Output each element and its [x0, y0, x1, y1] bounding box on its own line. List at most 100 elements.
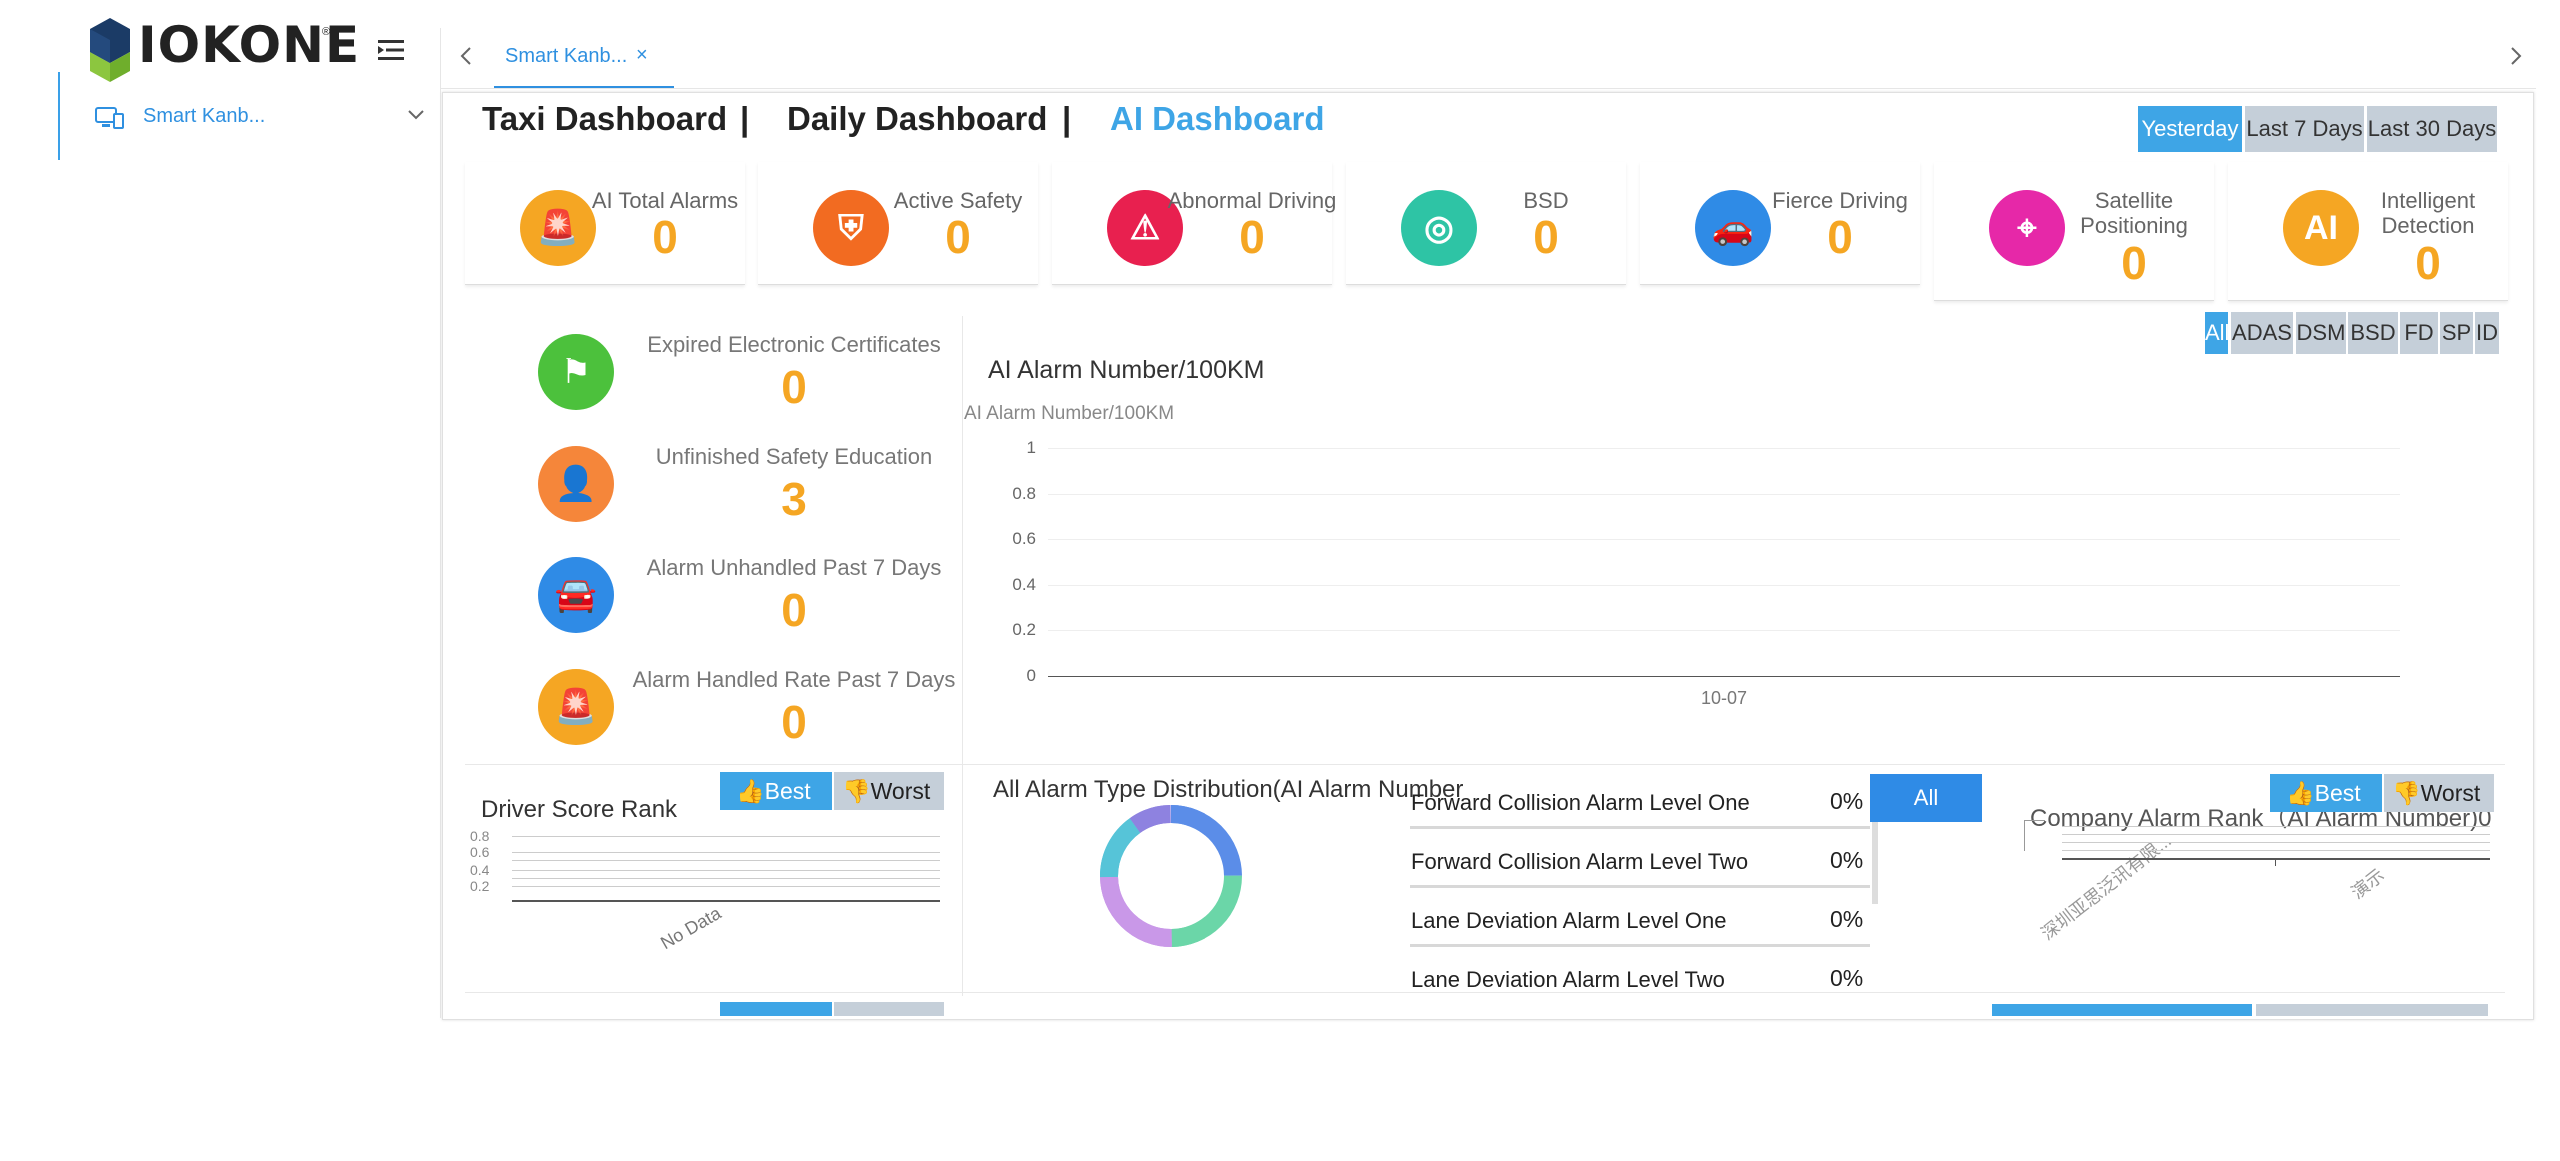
- driver-gridline: [512, 878, 940, 879]
- car-icon: 🚘: [554, 576, 598, 614]
- alarm-light-icon: 🚨: [554, 688, 598, 726]
- sidebar-divider: [440, 28, 441, 1018]
- stat-card-value: 0: [1239, 211, 1265, 263]
- alarm-type-value: 0%: [1830, 788, 1864, 814]
- filter-adas-button[interactable]: ADAS: [2231, 312, 2293, 354]
- driver-gridline: [512, 886, 940, 887]
- dashboard-icon: [95, 107, 124, 129]
- chart-y-tick-label: 1: [1026, 438, 1036, 457]
- next-section-bar: [1992, 1004, 2252, 1016]
- next-section-bar: [2256, 1004, 2488, 1016]
- driver-gridline: [512, 860, 940, 861]
- alarm-type-value: 0%: [1830, 847, 1864, 873]
- thumbs-up-icon: 👍: [2286, 780, 2315, 806]
- next-section-best-button[interactable]: [720, 1002, 832, 1016]
- driver-rank-worst-button[interactable]: 👎Worst: [834, 772, 944, 810]
- close-icon[interactable]: ×: [636, 44, 648, 67]
- chevron-left-icon[interactable]: [460, 46, 472, 66]
- section-divider: [465, 992, 2505, 993]
- left-stat-value: 0: [781, 361, 807, 413]
- range-last-7-days-button[interactable]: Last 7 Days: [2245, 106, 2364, 152]
- chart-gridline: [1048, 539, 2400, 541]
- chart-data-point: [1722, 674, 1726, 678]
- company-axis-tick: [2275, 858, 2276, 866]
- chart-gridline: [1048, 493, 2400, 495]
- filter-fd-button[interactable]: FD: [2400, 312, 2438, 354]
- company-gridline: [2062, 850, 2490, 851]
- stat-card-title: Intelligent Detection: [2380, 188, 2476, 238]
- driver-y-tick-label: 0.4: [470, 862, 490, 878]
- left-stat-title: Alarm Handled Rate Past 7 Days: [632, 667, 956, 692]
- chevron-down-icon[interactable]: [408, 110, 424, 120]
- section-divider: [962, 316, 963, 996]
- stat-card-title: Satellite Positioning: [2080, 188, 2188, 238]
- stat-card-value: 0: [2121, 237, 2147, 289]
- chart-gridline: [1048, 630, 2400, 632]
- left-stat-title: Alarm Unhandled Past 7 Days: [646, 555, 942, 580]
- flag-icon: ⚑: [560, 353, 592, 391]
- driver-rank-title: Driver Score Rank: [481, 796, 678, 823]
- stat-card-value: 0: [1533, 211, 1559, 263]
- chart-x-tick-label: 10-07: [1700, 688, 1748, 708]
- stat-card-value: 0: [652, 211, 678, 263]
- left-stat-value: 0: [781, 696, 807, 748]
- range-last-30-days-button[interactable]: Last 30 Days: [2367, 106, 2497, 152]
- company-rank-worst-button[interactable]: 👎Worst: [2384, 774, 2494, 812]
- company-rank-best-button[interactable]: 👍Best: [2270, 774, 2382, 812]
- left-stat-value: 3: [781, 473, 807, 525]
- filter-dsm-button[interactable]: DSM: [2296, 312, 2346, 354]
- filter-sp-button[interactable]: SP: [2440, 312, 2473, 354]
- stat-card-value: 0: [1827, 211, 1853, 263]
- alarm-type-label: Lane Deviation Alarm Level One: [1411, 908, 1727, 933]
- alarm-type-value: 0%: [1830, 965, 1864, 990]
- driver-gridline: [512, 852, 940, 853]
- chevron-right-icon[interactable]: [2510, 46, 2522, 66]
- tab-label[interactable]: Smart Kanb...: [505, 45, 627, 68]
- filter-id-button[interactable]: ID: [2475, 312, 2499, 354]
- stat-card-value: 0: [945, 211, 971, 263]
- alarm-type-divider: [1410, 826, 1870, 829]
- alarm-type-label: Lane Deviation Alarm Level Two: [1411, 967, 1725, 990]
- driver-gridline: [512, 836, 940, 837]
- sidebar-item-label: Smart Kanb...: [143, 105, 266, 127]
- nav-separator: |: [1062, 100, 1072, 137]
- company-gridline: [2062, 826, 2490, 827]
- range-yesterday-button[interactable]: Yesterday: [2138, 106, 2242, 152]
- company-y-axis-label-block: [2024, 820, 2045, 851]
- menu-collapse-icon[interactable]: [378, 38, 404, 62]
- alarm-type-divider: [1410, 944, 1870, 947]
- alarm-type-label: Forward Collision Alarm Level Two: [1411, 849, 1749, 874]
- chart-y-tick-label: 0.2: [1012, 620, 1036, 640]
- logo-text: IOKONE: [138, 16, 361, 74]
- filter-bsd-button[interactable]: BSD: [2348, 312, 2398, 354]
- nav-separator: |: [740, 100, 750, 137]
- left-stat-title: Unfinished Safety Education: [655, 444, 933, 469]
- alarm-type-value: 0%: [1830, 906, 1864, 932]
- chart-y-tick-label: 0.4: [1012, 574, 1036, 594]
- nav-ai-dashboard[interactable]: AI Dashboard: [1110, 100, 1325, 138]
- chart-gridline: [1048, 448, 2400, 449]
- left-stat-value: 0: [781, 584, 807, 636]
- thumbs-down-icon: 👎: [2392, 780, 2421, 806]
- company-gridline: [2062, 842, 2490, 843]
- tabbar-divider: [441, 88, 2536, 89]
- company-gridline: [2062, 834, 2490, 835]
- nav-daily-dashboard[interactable]: Daily Dashboard: [787, 100, 1047, 138]
- person-icon: 👤: [554, 465, 598, 503]
- thumbs-down-icon: 👎: [842, 778, 871, 804]
- chart-y-tick-label: 0: [1026, 666, 1036, 685]
- alarm-all-button[interactable]: All: [1870, 774, 1982, 822]
- nav-taxi-dashboard[interactable]: Taxi Dashboard: [482, 100, 727, 138]
- driver-rank-best-button[interactable]: 👍Best: [720, 772, 832, 810]
- stat-card-value: 0: [2415, 237, 2441, 289]
- section-divider: [465, 764, 2505, 765]
- left-stat-title: Expired Electronic Certificates: [647, 332, 941, 357]
- chart-gridline: [1048, 584, 2400, 586]
- filter-all-button[interactable]: All: [2205, 312, 2228, 354]
- driver-y-tick-label: 0.2: [470, 878, 490, 894]
- next-section-worst-button[interactable]: [834, 1002, 944, 1016]
- chart-y-axis-label: AI Alarm Number/100KM: [964, 403, 1175, 424]
- alarm-type-label: Forward Collision Alarm Level One: [1411, 790, 1750, 815]
- chart-y-tick-label: 0.6: [1012, 529, 1036, 549]
- alarm-donut-ring: [1100, 805, 1242, 947]
